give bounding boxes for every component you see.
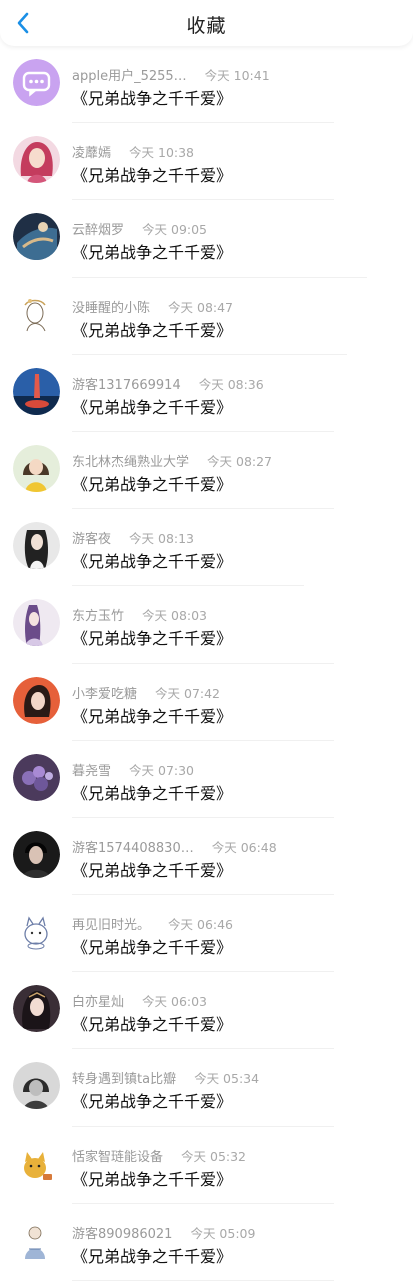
timestamp: 今天 08:47 [168, 299, 234, 315]
list-item[interactable]: apple用户_5255… 今天 10:41 《兄弟战争之千千爱》 [0, 46, 413, 124]
favorite-content: 《兄弟战争之千千爱》 [72, 1246, 233, 1266]
user-avatar[interactable] [13, 367, 60, 415]
user-name: 恬家智琏能设备 [72, 1149, 164, 1165]
timestamp: 今天 07:30 [129, 762, 195, 778]
chat-bubble-icon[interactable] [13, 59, 60, 106]
user-avatar[interactable] [13, 290, 60, 338]
list-item[interactable]: 小李爱吃糖 今天 07:42 《兄弟战争之千千爱》 [0, 664, 413, 741]
user-avatar[interactable] [13, 1062, 60, 1110]
timestamp: 今天 10:38 [129, 145, 195, 161]
user-avatar[interactable] [13, 908, 60, 956]
list-item[interactable]: 转身遇到镇ta比瓣 今天 05:34 《兄弟战争之千千爱》 [0, 1049, 413, 1127]
timestamp: 今天 06:46 [168, 917, 234, 933]
list-item[interactable]: 凌蘼嫣 今天 10:38 《兄弟战争之千千爱》 [0, 123, 413, 201]
user-avatar[interactable] [13, 213, 60, 261]
favorite-content: 《兄弟战争之千千爱》 [72, 320, 233, 340]
user-name: 暮尧雪 [72, 763, 112, 779]
timestamp: 今天 07:42 [155, 685, 221, 701]
favorite-content: 《兄弟战争之千千爱》 [72, 783, 233, 803]
favorite-content: 《兄弟战争之千千爱》 [72, 474, 233, 494]
user-avatar[interactable] [13, 1216, 60, 1264]
list-item[interactable]: 再见旧时光。 今天 06:46 《兄弟战争之千千爱》 [0, 895, 413, 973]
favorite-content: 《兄弟战争之千千爱》 [72, 552, 233, 572]
user-avatar[interactable] [13, 522, 60, 570]
favorite-content: 《兄弟战争之千千爱》 [72, 1169, 233, 1189]
user-name: 游客夜 [72, 532, 112, 548]
timestamp: 今天 08:13 [129, 531, 195, 547]
top-bar: 收藏 [0, 0, 413, 46]
timestamp: 今天 08:36 [198, 376, 264, 392]
user-name: 再见旧时光。 [72, 918, 151, 934]
list-item[interactable]: 东北林杰绳熟业大学 今天 08:27 《兄弟战争之千千爱》 [0, 432, 413, 510]
user-name: 没睡醒的小陈 [72, 300, 151, 316]
user-avatar[interactable] [13, 136, 60, 184]
timestamp: 今天 06:03 [142, 994, 208, 1010]
list-item[interactable]: 云醉烟罗 今天 09:05 《兄弟战争之千千爱》 [0, 200, 413, 278]
user-avatar[interactable] [13, 1139, 60, 1187]
user-name: 东方玉竹 [72, 609, 125, 625]
user-name: apple用户_5255… [72, 69, 187, 84]
user-name: 凌蘼嫣 [72, 146, 112, 162]
list-item[interactable]: 游客1574408830… 今天 06:48 《兄弟战争之千千爱》 [0, 818, 413, 896]
favorite-content: 《兄弟战争之千千爱》 [72, 860, 233, 880]
timestamp: 今天 05:32 [181, 1148, 247, 1164]
timestamp: 今天 08:27 [207, 453, 273, 469]
favorite-content: 《兄弟战争之千千爱》 [72, 1015, 233, 1035]
list-item[interactable]: 游客890986021 今天 05:09 《兄弟战争之千千爱》 [0, 1204, 413, 1281]
favorite-content: 《兄弟战争之千千爱》 [72, 243, 233, 263]
user-avatar[interactable] [13, 599, 60, 647]
user-name: 游客1574408830… [72, 840, 194, 856]
favorite-content: 《兄弟战争之千千爱》 [72, 1092, 233, 1112]
timestamp: 今天 09:05 [142, 222, 208, 238]
favorite-content: 《兄弟战争之千千爱》 [72, 397, 233, 417]
list-item[interactable]: 暮尧雪 今天 07:30 《兄弟战争之千千爱》 [0, 741, 413, 818]
timestamp: 今天 05:34 [194, 1071, 260, 1087]
favorite-content: 《兄弟战争之千千爱》 [72, 89, 233, 108]
favorite-content: 《兄弟战争之千千爱》 [72, 706, 233, 726]
user-name: 云醉烟罗 [72, 223, 125, 239]
user-name: 游客890986021 [72, 1226, 173, 1242]
list-item[interactable]: 没睡醒的小陈 今天 08:47 《兄弟战争之千千爱》 [0, 278, 413, 355]
user-name: 游客1317669914 [72, 377, 181, 393]
timestamp: 今天 05:09 [190, 1225, 256, 1241]
list-item[interactable]: 恬家智琏能设备 今天 05:32 《兄弟战争之千千爱》 [0, 1127, 413, 1204]
user-name: 白亦星灿 [72, 995, 125, 1011]
favorite-content: 《兄弟战争之千千爱》 [72, 938, 233, 958]
favorite-content: 《兄弟战争之千千爱》 [72, 166, 233, 186]
favorites-list: apple用户_5255… 今天 10:41 《兄弟战争之千千爱》 凌蘼嫣 今天 1… [0, 46, 413, 1281]
timestamp: 今天 08:03 [142, 608, 208, 624]
timestamp: 今天 10:41 [204, 68, 270, 83]
list-item[interactable]: 游客夜 今天 08:13 《兄弟战争之千千爱》 [0, 509, 413, 587]
user-avatar[interactable] [13, 444, 60, 492]
user-name: 小李爱吃糖 [72, 686, 138, 702]
user-name: 东北林杰绳熟业大学 [72, 454, 190, 470]
user-avatar[interactable] [13, 676, 60, 724]
page-title: 收藏 [186, 15, 227, 37]
user-avatar[interactable] [13, 830, 60, 878]
list-item[interactable]: 东方玉竹 今天 08:03 《兄弟战争之千千爱》 [0, 586, 413, 664]
user-avatar[interactable] [13, 985, 60, 1033]
user-avatar[interactable] [13, 753, 60, 801]
list-item[interactable]: 游客1317669914 今天 08:36 《兄弟战争之千千爱》 [0, 355, 413, 432]
favorite-content: 《兄弟战争之千千爱》 [72, 629, 233, 649]
timestamp: 今天 06:48 [211, 839, 277, 855]
user-name: 转身遇到镇ta比瓣 [72, 1072, 177, 1088]
list-item[interactable]: 白亦星灿 今天 06:03 《兄弟战争之千千爱》 [0, 972, 413, 1050]
